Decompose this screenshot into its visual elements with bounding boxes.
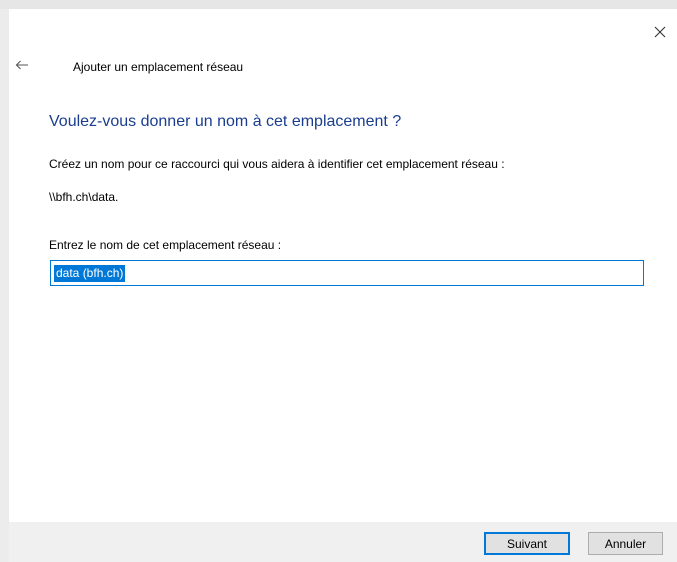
wizard-title: Ajouter un emplacement réseau xyxy=(73,60,244,74)
close-icon xyxy=(654,26,666,38)
back-arrow-icon xyxy=(15,60,28,70)
dialog-footer: Suivant Annuler xyxy=(9,522,677,562)
window-top-edge xyxy=(0,0,677,9)
back-button[interactable] xyxy=(9,53,35,77)
instruction-text: Créez un nom pour ce raccourci qui vous … xyxy=(49,157,505,171)
name-field-label: Entrez le nom de cet emplacement réseau … xyxy=(49,238,282,252)
location-name-value: data (bfh.ch) xyxy=(54,264,126,282)
cancel-button[interactable]: Annuler xyxy=(588,532,663,555)
network-path-text: \\bfh.ch\data. xyxy=(49,190,119,204)
window-left-edge xyxy=(0,9,9,562)
location-name-input[interactable]: data (bfh.ch) xyxy=(50,260,644,286)
add-network-location-dialog: Ajouter un emplacement réseau Voulez-vou… xyxy=(9,9,677,562)
next-button[interactable]: Suivant xyxy=(484,532,570,555)
close-button[interactable] xyxy=(645,19,675,45)
page-heading: Voulez-vous donner un nom à cet emplacem… xyxy=(49,113,402,130)
